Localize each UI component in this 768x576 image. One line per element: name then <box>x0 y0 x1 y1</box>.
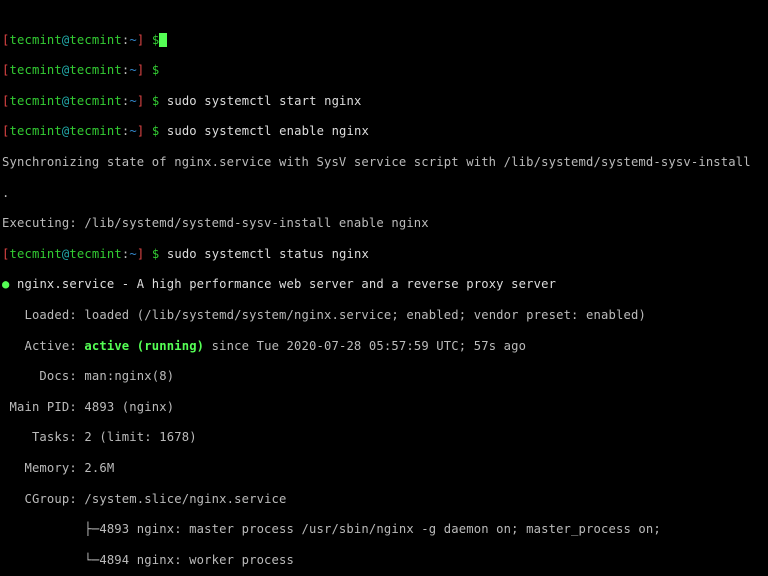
cmd-line-start: [tecmint@tecmint:~] $ sudo systemctl sta… <box>2 94 768 109</box>
output-sync: Synchronizing state of nginx.service wit… <box>2 155 768 170</box>
status-active: Active: active (running) since Tue 2020-… <box>2 339 768 354</box>
cursor-icon <box>159 33 167 47</box>
status-pid: Main PID: 4893 (nginx) <box>2 400 768 415</box>
status-cgroup-proc-2: └─4894 nginx: worker process <box>2 553 768 568</box>
command-text: sudo systemctl start nginx <box>167 94 362 108</box>
output-dot: . <box>2 186 768 201</box>
status-cgroup-proc-1: ├─4893 nginx: master process /usr/sbin/n… <box>2 522 768 537</box>
status-docs: Docs: man:nginx(8) <box>2 369 768 384</box>
status-memory: Memory: 2.6M <box>2 461 768 476</box>
bullet-icon: ● <box>2 277 10 291</box>
status-loaded: Loaded: loaded (/lib/systemd/system/ngin… <box>2 308 768 323</box>
status-active-value: active (running) <box>84 339 204 353</box>
command-text: sudo systemctl enable nginx <box>167 124 369 138</box>
output-exec: Executing: /lib/systemd/systemd-sysv-ins… <box>2 216 768 231</box>
terminal[interactable]: [tecmint@tecmint:~] $ [tecmint@tecmint:~… <box>0 0 768 576</box>
prompt-line-empty-1: [tecmint@tecmint:~] $ <box>2 33 768 48</box>
cmd-line-enable: [tecmint@tecmint:~] $ sudo systemctl ena… <box>2 124 768 139</box>
command-text: sudo systemctl status nginx <box>167 247 369 261</box>
cmd-line-status: [tecmint@tecmint:~] $ sudo systemctl sta… <box>2 247 768 262</box>
prompt-line-empty-2: [tecmint@tecmint:~] $ <box>2 63 768 78</box>
status-tasks: Tasks: 2 (limit: 1678) <box>2 430 768 445</box>
status-header: ● nginx.service - A high performance web… <box>2 277 768 292</box>
status-cgroup: CGroup: /system.slice/nginx.service <box>2 492 768 507</box>
